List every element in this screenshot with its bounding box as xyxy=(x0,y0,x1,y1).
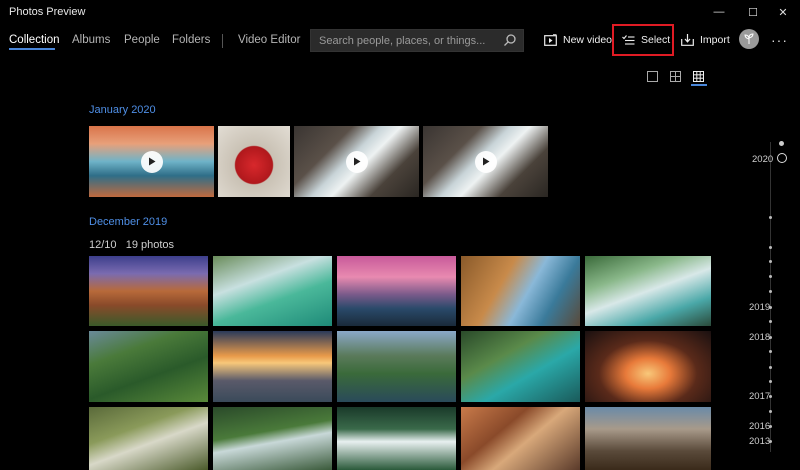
medium-grid-icon[interactable] xyxy=(669,70,683,84)
photo-thumbnail[interactable] xyxy=(213,256,332,326)
active-view-indicator xyxy=(691,84,707,86)
photo-thumbnail[interactable] xyxy=(337,331,456,402)
small-grid-icon[interactable] xyxy=(692,70,706,84)
photo-thumbnail[interactable] xyxy=(585,407,711,470)
timeline-tick xyxy=(769,395,772,398)
photo-thumbnail[interactable] xyxy=(461,407,580,470)
active-tab-indicator xyxy=(9,48,55,50)
timeline-tick xyxy=(769,350,772,353)
timeline-tick xyxy=(769,275,772,278)
nav-divider xyxy=(222,34,223,48)
photo-thumbnail[interactable] xyxy=(213,407,332,470)
timeline-tick xyxy=(769,410,772,413)
timeline-year[interactable]: 2013 xyxy=(749,436,770,447)
close-button[interactable]: ✕ xyxy=(766,0,800,24)
video-thumbnail[interactable] xyxy=(294,126,419,197)
day-date: 12/10 xyxy=(89,239,117,251)
maximize-button[interactable]: ☐ xyxy=(736,0,770,24)
leaf-icon xyxy=(744,33,754,44)
app-title: Photos Preview xyxy=(9,6,86,18)
video-thumbnail[interactable] xyxy=(423,126,548,197)
search-box[interactable]: Search people, places, or things... xyxy=(310,29,524,52)
new-video-button[interactable]: New video xyxy=(544,28,612,52)
play-icon xyxy=(140,150,163,173)
play-icon xyxy=(474,150,497,173)
timeline-year[interactable]: 2020 xyxy=(752,154,773,165)
photo-thumbnail[interactable] xyxy=(461,331,580,402)
timeline-tick xyxy=(769,366,772,369)
section-header-january-2020[interactable]: January 2020 xyxy=(89,104,156,116)
tab-people[interactable]: People xyxy=(124,34,160,46)
tab-collection[interactable]: Collection xyxy=(9,34,60,46)
timeline-top-dot xyxy=(779,141,784,146)
account-avatar[interactable] xyxy=(739,29,759,49)
timeline-year[interactable]: 2019 xyxy=(749,302,770,313)
timeline-tick xyxy=(769,290,772,293)
day-photo-count: 19 photos xyxy=(125,239,175,251)
timeline-tick xyxy=(769,440,772,443)
minimize-button[interactable]: — xyxy=(702,0,736,24)
import-label: Import xyxy=(700,34,730,46)
photo-thumbnail[interactable] xyxy=(218,126,290,197)
title-bar: Photos Preview — ☐ ✕ xyxy=(0,0,800,24)
timeline-year[interactable]: 2018 xyxy=(749,332,770,343)
import-icon xyxy=(681,34,694,46)
timeline-tick xyxy=(769,320,772,323)
import-button[interactable]: Import xyxy=(681,28,730,52)
play-icon xyxy=(345,150,368,173)
photo-thumbnail[interactable] xyxy=(337,407,456,470)
new-video-label: New video xyxy=(563,34,613,46)
photo-thumbnail[interactable] xyxy=(89,331,208,402)
tab-video-editor[interactable]: Video Editor xyxy=(238,34,300,46)
timeline-handle[interactable] xyxy=(777,153,787,163)
photo-thumbnail[interactable] xyxy=(213,331,332,402)
section-header-december-2019[interactable]: December 2019 xyxy=(89,216,167,228)
day-summary: 12/10 19 photos xyxy=(89,239,174,251)
timeline-tick xyxy=(769,246,772,249)
new-video-icon xyxy=(544,34,557,46)
photo-thumbnail[interactable] xyxy=(461,256,580,326)
search-input[interactable]: Search people, places, or things... xyxy=(319,35,485,47)
tab-albums[interactable]: Albums xyxy=(72,34,110,46)
timeline-tick xyxy=(769,306,772,309)
more-options-button[interactable]: ··· xyxy=(771,32,788,48)
timeline-tick xyxy=(769,425,772,428)
timeline-tick xyxy=(769,216,772,219)
video-thumbnail[interactable] xyxy=(89,126,214,197)
timeline-track[interactable] xyxy=(770,142,771,452)
photo-thumbnail[interactable] xyxy=(585,256,711,326)
timeline-tick xyxy=(769,380,772,383)
timeline-tick xyxy=(769,336,772,339)
single-view-icon[interactable] xyxy=(646,70,660,84)
photo-thumbnail[interactable] xyxy=(89,256,208,326)
tab-folders[interactable]: Folders xyxy=(172,34,210,46)
timeline-tick xyxy=(769,260,772,263)
photo-thumbnail[interactable] xyxy=(585,331,711,402)
select-highlight-box xyxy=(612,24,674,56)
timeline-year[interactable]: 2016 xyxy=(749,421,770,432)
timeline-year[interactable]: 2017 xyxy=(749,391,770,402)
search-icon[interactable] xyxy=(503,33,517,47)
photo-thumbnail[interactable] xyxy=(89,407,208,470)
photo-thumbnail[interactable] xyxy=(337,256,456,326)
